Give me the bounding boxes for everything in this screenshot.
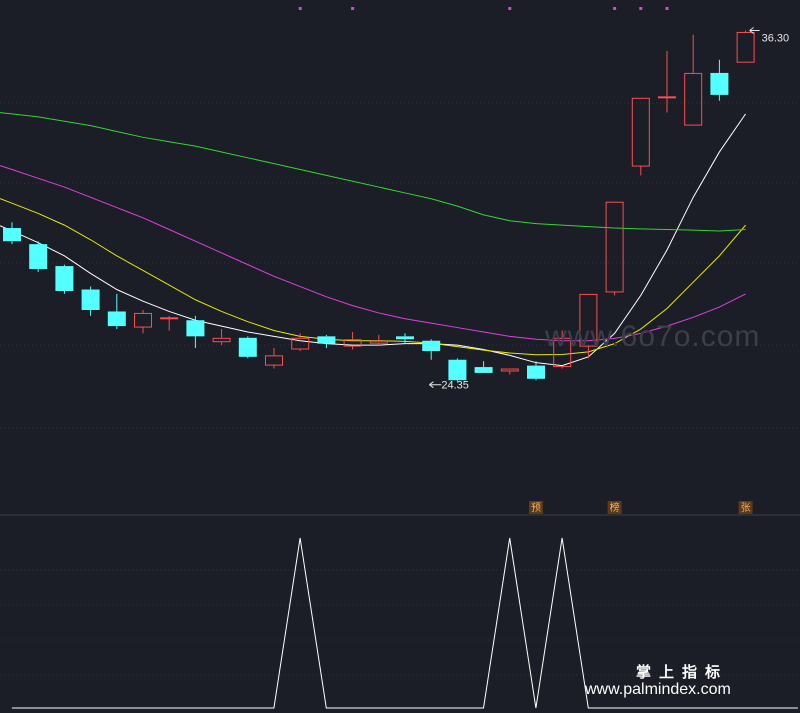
- candle: [212, 329, 231, 346]
- signal-dot: [508, 7, 512, 10]
- low-arrow-icon: [429, 381, 442, 389]
- candle-body: [658, 96, 676, 99]
- signal-marker: 榜: [607, 501, 622, 514]
- signal-dots: [298, 7, 669, 10]
- candle-body: [684, 72, 703, 126]
- candle: [134, 310, 152, 334]
- candle-body: [107, 311, 126, 327]
- candle: [81, 286, 100, 316]
- candle-body: [474, 367, 493, 373]
- candle: [631, 97, 650, 176]
- signal-dot: [639, 7, 643, 10]
- signal-marker-label: 榜: [610, 501, 620, 514]
- candle: [317, 334, 336, 349]
- candle-body: [186, 320, 205, 337]
- stock-chart: 36.30 24.35 预 榜 张 www.6o7o.com 掌上指标 www.pa…: [0, 7, 800, 709]
- candle: [527, 361, 545, 381]
- candle-body: [29, 244, 48, 270]
- signal-markers: 预榜张: [529, 501, 753, 514]
- watermark: www.6o7o.com: [544, 320, 760, 353]
- candle-body: [212, 337, 231, 343]
- candle-body: [238, 337, 257, 357]
- candle-body: [265, 355, 283, 366]
- candle: [160, 315, 179, 331]
- signal-marker: 预: [529, 501, 543, 514]
- candle: [291, 333, 310, 351]
- candle-body: [631, 97, 650, 167]
- footer-title: 掌上指标: [636, 663, 728, 681]
- candle-body: [500, 368, 519, 372]
- candle-body: [527, 365, 545, 379]
- lower-grid-lines: [0, 569, 800, 676]
- candle: [238, 336, 257, 359]
- low-price-label: 24.35: [441, 380, 469, 392]
- signal-marker-label: 张: [741, 502, 751, 514]
- signal-dot: [351, 7, 355, 10]
- candle-body: [369, 340, 388, 344]
- signal-marker-label: 预: [531, 502, 541, 514]
- candle-body: [448, 359, 467, 381]
- candle: [186, 315, 205, 349]
- candle: [448, 358, 467, 382]
- candle: [29, 241, 48, 272]
- candle-body: [710, 72, 729, 95]
- candle: [265, 348, 283, 369]
- candle-body: [317, 336, 336, 344]
- signal-dot: [613, 7, 617, 10]
- candle: [500, 368, 519, 375]
- candle-body: [736, 31, 755, 63]
- signal-marker: 张: [738, 501, 753, 514]
- candle-body: [55, 266, 74, 291]
- signal-dot: [665, 7, 669, 10]
- grid-lines: [0, 102, 800, 429]
- candle-body: [422, 340, 441, 351]
- candle-body: [81, 289, 100, 310]
- candle-body: [605, 201, 624, 293]
- signal-dot: [298, 7, 302, 10]
- candle: [422, 339, 441, 360]
- candle: [736, 30, 755, 63]
- candle: [3, 222, 21, 245]
- candle-body: [160, 317, 179, 320]
- candle: [107, 293, 126, 330]
- candle-body: [134, 312, 152, 328]
- candle: [474, 361, 493, 373]
- footer-site: www.palmindex.com: [584, 681, 731, 698]
- candle-body: [3, 228, 21, 242]
- candle: [605, 201, 624, 296]
- candle: [369, 334, 388, 346]
- high-price-label: 36.30: [762, 32, 790, 44]
- candle: [710, 59, 729, 101]
- candle-body: [396, 336, 414, 340]
- candle: [55, 264, 74, 294]
- candle: [684, 34, 703, 126]
- ma-line: [0, 112, 746, 232]
